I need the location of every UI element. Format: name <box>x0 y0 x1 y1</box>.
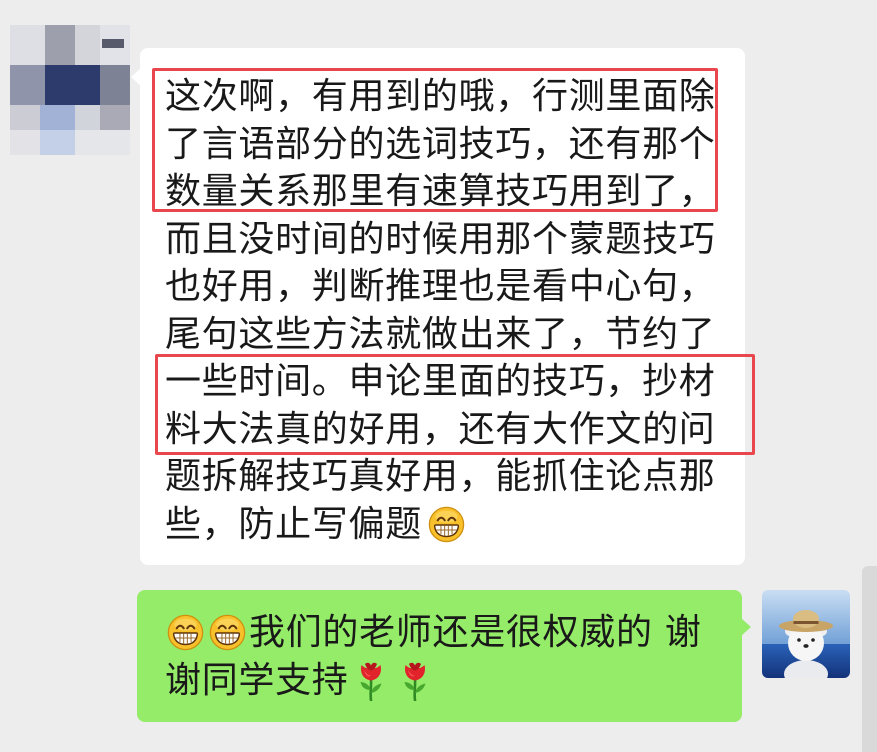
message-text: 些，防止写偏题 <box>165 503 422 545</box>
sent-message-bubble[interactable]: 我们的老师还是很权威的 谢 谢同学支持 <box>137 590 751 722</box>
message-line: 了言语部分的选词技巧，还有那个 <box>165 121 745 169</box>
message-line: 数量关系那里有速算技巧用到了， <box>165 168 745 216</box>
message-line: 我们的老师还是很权威的 谢 <box>165 609 742 657</box>
message-text: 题拆解技巧真好用，能抓住论点那 <box>165 456 716 497</box>
message-text: 这次啊，有用到的哦，行测里面除 <box>165 76 716 117</box>
message-text: 一些时间。申论里面的技巧，抄材 <box>165 361 716 402</box>
message-line: 题拆解技巧真好用，能抓住论点那 <box>165 453 745 501</box>
message-line: 谢同学支持 <box>165 657 742 705</box>
message-text: 也好用，判断推理也是看中心句， <box>165 266 716 307</box>
avatar-figure-eye <box>797 638 801 642</box>
message-text: 谢同学支持 <box>165 660 349 701</box>
message-text: 数量关系那里有速算技巧用到了， <box>165 171 716 212</box>
message-line: 而且没时间的时候用那个蒙题技巧 <box>165 216 745 264</box>
avatar-hat-band <box>793 621 819 624</box>
chat-view: 这次啊，有用到的哦，行测里面除 了言语部分的选词技巧，还有那个 数量关系那里有速… <box>0 0 877 752</box>
grin-emoji-icon <box>428 506 465 543</box>
grin-emoji-icon <box>209 614 246 651</box>
message-line: 一些时间。申论里面的技巧，抄材 <box>165 358 745 406</box>
message-text: 我们的老师还是很权威的 谢 <box>249 612 702 653</box>
message-text: 了言语部分的选词技巧，还有那个 <box>165 123 716 165</box>
rose-emoji-icon <box>356 661 386 701</box>
message-line: 尾句这些方法就做出来了，节约了 <box>165 311 745 359</box>
my-avatar[interactable] <box>762 590 850 678</box>
grin-emoji-icon <box>167 614 204 651</box>
avatar-figure-eye <box>811 638 815 642</box>
received-message-bubble[interactable]: 这次啊，有用到的哦，行测里面除 了言语部分的选词技巧，还有那个 数量关系那里有速… <box>131 48 745 565</box>
avatar-photo <box>762 590 850 678</box>
avatar-hat-crown <box>793 610 819 628</box>
message-text: 而且没时间的时候用那个蒙题技巧 <box>165 218 716 260</box>
message-line: 料大法真的好用，还有大作文的问 <box>165 406 745 454</box>
message-text: 尾句这些方法就做出来了，节约了 <box>165 313 716 355</box>
message-line: 也好用，判断推理也是看中心句， <box>165 263 745 311</box>
scrollbar[interactable] <box>862 566 877 752</box>
bubble-tail <box>131 68 141 86</box>
message-line: 这次啊，有用到的哦，行测里面除 <box>165 73 745 121</box>
rose-emoji-icon <box>400 661 430 701</box>
contact-avatar[interactable] <box>10 25 130 155</box>
message-text: 料大法真的好用，还有大作文的问 <box>165 408 716 450</box>
avatar-figure-nose <box>803 644 809 648</box>
message-line: 些，防止写偏题 <box>165 501 745 549</box>
bubble-tail <box>741 618 751 636</box>
